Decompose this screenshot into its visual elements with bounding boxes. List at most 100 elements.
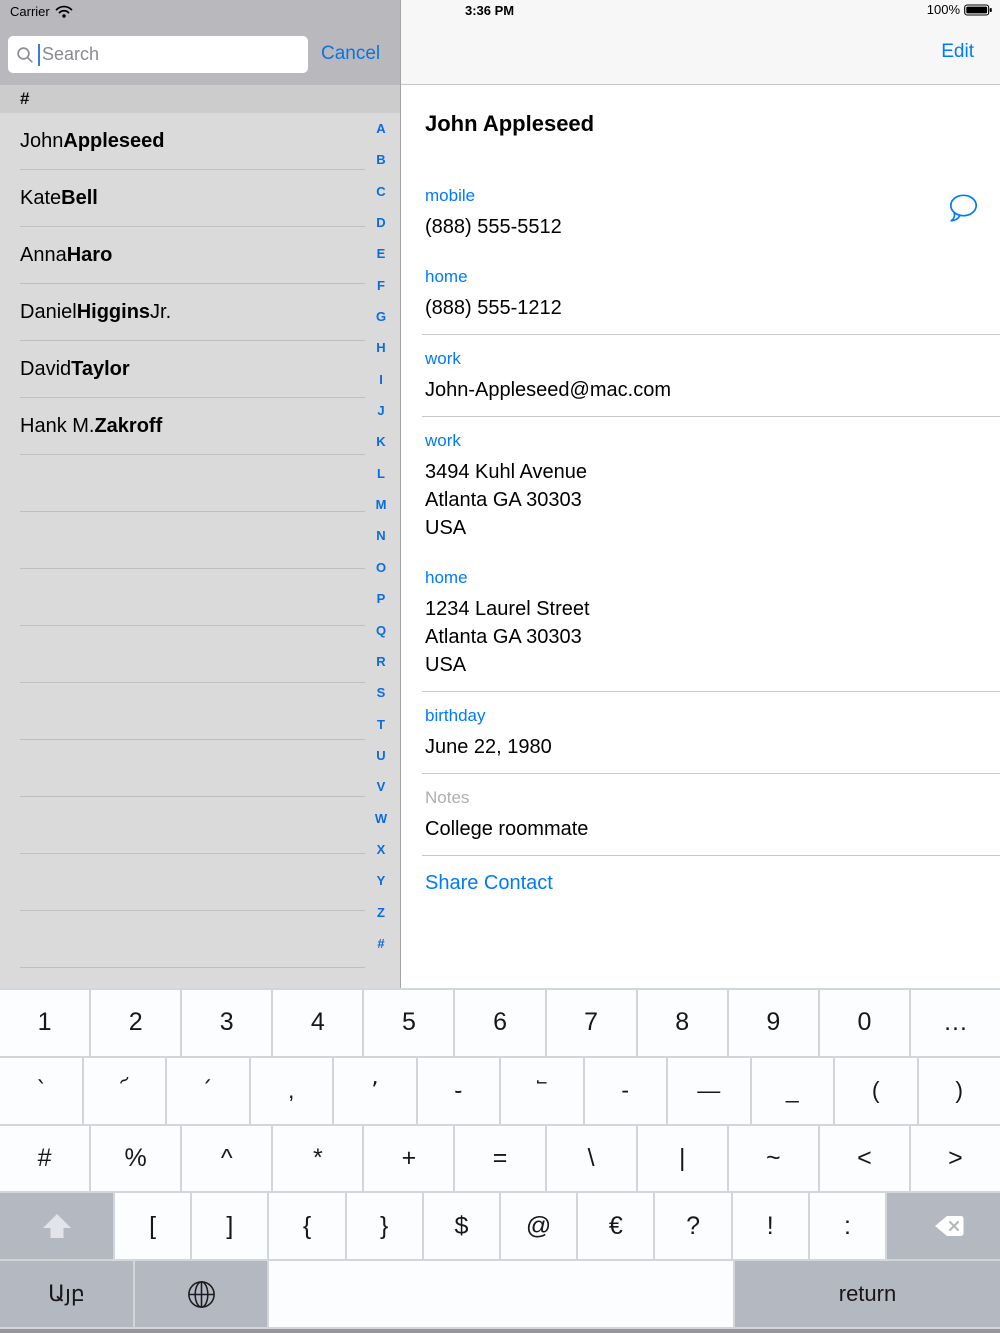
field-value[interactable]: Atlanta GA 30303 [425,486,1000,514]
key-3[interactable]: 3 [182,990,272,1056]
field-value[interactable]: (888) 555-5512 [425,213,1000,241]
search-field[interactable] [8,36,308,73]
keyboard-key[interactable]: $ [423,1193,500,1260]
keyboard-key[interactable]: % [91,1125,181,1192]
key-0[interactable]: 0 [819,990,909,1056]
index-letter-j[interactable]: J [377,404,384,417]
keyboard-key[interactable]: { [269,1193,345,1260]
edit-button[interactable]: Edit [941,41,974,63]
index-letter-z[interactable]: Z [377,906,385,919]
keyboard-key[interactable]: + [364,1125,454,1192]
index-letter-y[interactable]: Y [377,874,386,887]
index-letter-n[interactable]: N [376,529,385,542]
keyboard-key[interactable]: \ [546,1125,636,1192]
key-7[interactable]: 7 [546,990,636,1056]
field-value[interactable]: Atlanta GA 30303 [425,623,1000,651]
contact-row[interactable]: David Taylor [0,341,400,398]
keyboard-key[interactable]: * [273,1125,363,1192]
keyboard-key[interactable]: } [346,1193,422,1260]
message-bubble-icon[interactable] [948,194,978,227]
keyboard-key[interactable]: ] [192,1193,268,1260]
space-key[interactable] [269,1261,733,1327]
key-5[interactable]: 5 [364,990,454,1056]
index-letter-k[interactable]: K [376,435,385,448]
field-value[interactable]: College roommate [425,815,1000,843]
keyboard-key[interactable]: ? [655,1193,731,1260]
keyboard-key[interactable]: _ [751,1057,833,1124]
keyboard-key[interactable]: = [455,1125,545,1192]
keyboard-key[interactable]: — [668,1057,750,1124]
cancel-button[interactable]: Cancel [321,43,380,65]
globe-key[interactable] [135,1261,267,1327]
index-letter-w[interactable]: W [375,812,387,825]
key-8[interactable]: 8 [637,990,727,1056]
keyboard-key[interactable]: ! [732,1193,808,1260]
key-6[interactable]: 6 [455,990,545,1056]
key-ellipsis[interactable]: … [910,990,1000,1056]
index-letter-q[interactable]: Q [376,624,386,637]
keyboard-key[interactable]: - [584,1057,666,1124]
index-letter-c[interactable]: C [376,185,385,198]
index-letter-s[interactable]: S [377,686,386,699]
contact-row[interactable]: John Appleseed [0,113,400,170]
index-letter-o[interactable]: O [376,561,386,574]
keyboard-key[interactable]: < [819,1125,909,1192]
field-value[interactable]: USA [425,651,1000,679]
index-letter-d[interactable]: D [376,216,385,229]
share-contact-button[interactable]: Share Contact [425,872,1000,895]
keyboard-key[interactable]: > [910,1125,1000,1192]
field-value[interactable]: 1234 Laurel Street [425,595,1000,623]
keyboard-key[interactable]: ՟ [501,1057,583,1124]
contact-row[interactable]: Hank M. Zakroff [0,398,400,455]
keyboard-key[interactable]: ( [835,1057,917,1124]
keyboard-key[interactable]: ֊ [417,1057,499,1124]
keyboard-key[interactable]: ՝ [0,1057,82,1124]
key-4[interactable]: 4 [273,990,363,1056]
index-letter-g[interactable]: G [376,310,386,323]
keyboard-key[interactable]: ~ [728,1125,818,1192]
index-letter-e[interactable]: E [377,247,386,260]
index-letter-a[interactable]: A [376,122,385,135]
contact-row[interactable]: Anna Haro [0,227,400,284]
index-letter-p[interactable]: P [377,592,386,605]
index-letter-v[interactable]: V [377,780,386,793]
keyboard-key[interactable]: € [578,1193,654,1260]
shift-key[interactable] [0,1193,113,1260]
abc-key[interactable]: Այբ [0,1261,133,1327]
index-letter-f[interactable]: F [377,279,385,292]
index-letter-r[interactable]: R [376,655,385,668]
field-value[interactable]: USA [425,514,1000,542]
keyboard-key[interactable]: ՛ [167,1057,249,1124]
index-letter-u[interactable]: U [376,749,385,762]
key-1[interactable]: 1 [0,990,90,1056]
index-letter-i[interactable]: I [379,373,383,386]
keyboard-key[interactable]: ) [918,1057,1000,1124]
index-letter-b[interactable]: B [376,153,385,166]
keyboard-key[interactable]: @ [501,1193,577,1260]
field-value[interactable]: (888) 555-1212 [425,294,1000,322]
search-input[interactable] [40,44,300,65]
keyboard-key[interactable]: ^ [182,1125,272,1192]
keyboard-key[interactable]: : [809,1193,886,1260]
return-key[interactable]: return [735,1261,1000,1327]
backspace-key[interactable] [887,1193,1000,1260]
contact-row[interactable]: Daniel Higgins Jr. [0,284,400,341]
index-letter-m[interactable]: M [376,498,387,511]
index-letter-x[interactable]: X [377,843,386,856]
keyboard-key[interactable]: ՜ [83,1057,165,1124]
keyboard-key[interactable]: | [637,1125,727,1192]
keyboard-key[interactable]: [ [115,1193,191,1260]
index-letter-hash[interactable]: # [377,937,384,950]
keyboard-key[interactable]: ՚ [334,1057,416,1124]
index-letter-l[interactable]: L [377,467,385,480]
key-2[interactable]: 2 [91,990,181,1056]
keyboard-key[interactable]: # [0,1125,90,1192]
index-letter-t[interactable]: T [377,718,385,731]
field-value[interactable]: June 22, 1980 [425,733,1000,761]
field-value[interactable]: John-Appleseed@mac.com [425,376,1000,404]
contact-row[interactable]: Kate Bell [0,170,400,227]
index-letter-h[interactable]: H [376,341,385,354]
key-9[interactable]: 9 [728,990,818,1056]
field-value[interactable]: 3494 Kuhl Avenue [425,458,1000,486]
keyboard-key[interactable]: , [250,1057,332,1124]
